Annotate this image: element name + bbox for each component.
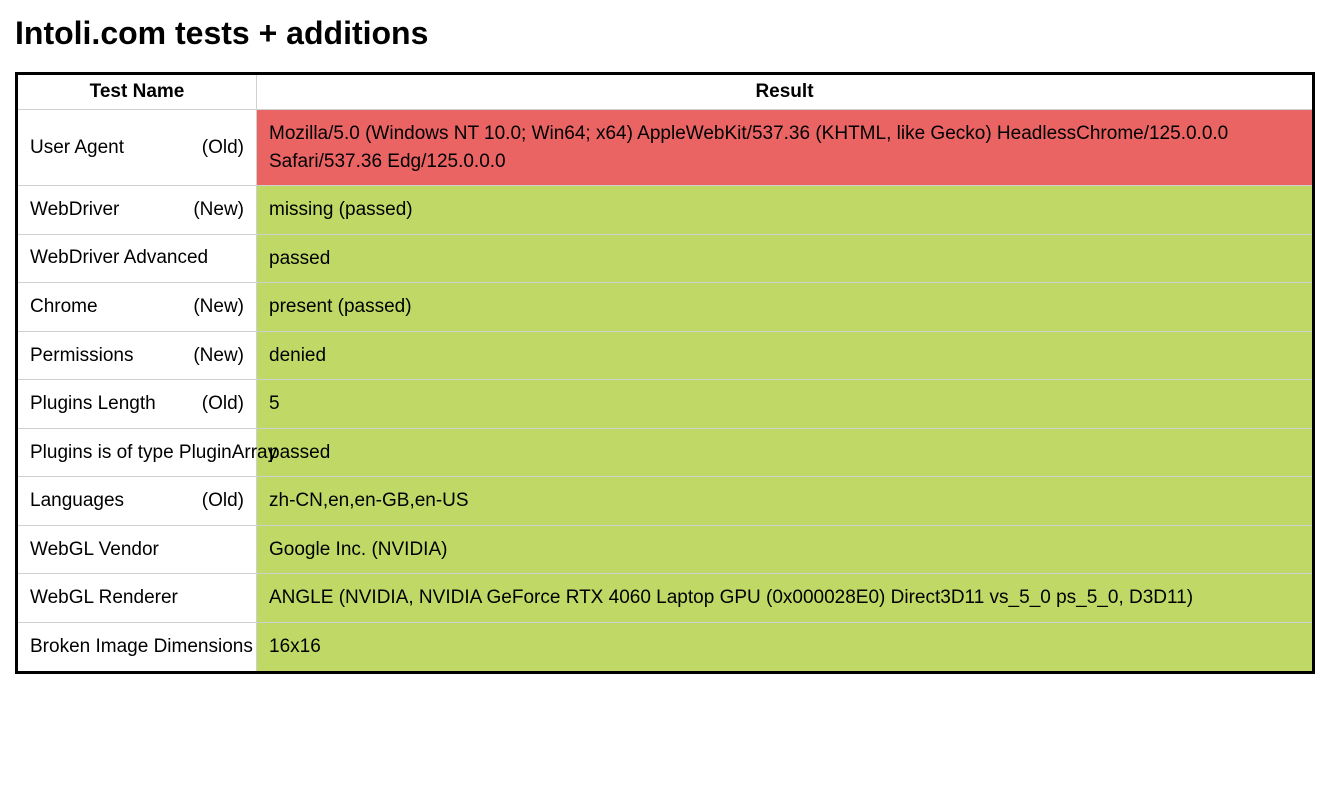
test-result-cell: Mozilla/5.0 (Windows NT 10.0; Win64; x64…: [257, 110, 1314, 186]
table-row: Languages (Old) zh-CN,en,en-GB,en-US: [17, 477, 1314, 526]
table-row: Chrome (New) present (passed): [17, 283, 1314, 332]
test-name-tag: (New): [193, 345, 244, 367]
test-name-cell: WebDriver Advanced: [17, 234, 257, 283]
table-row: WebDriver Advanced passed: [17, 234, 1314, 283]
col-header-name: Test Name: [17, 74, 257, 110]
table-row: Plugins Length (Old) 5: [17, 380, 1314, 429]
test-name-label: Chrome: [30, 296, 98, 318]
test-name-cell: User Agent (Old): [17, 110, 257, 186]
test-result-cell: 5: [257, 380, 1314, 429]
test-name-cell: Permissions (New): [17, 331, 257, 380]
test-name-label: WebDriver: [30, 199, 119, 221]
test-name-cell: WebDriver (New): [17, 186, 257, 235]
test-result-cell: Google Inc. (NVIDIA): [257, 525, 1314, 574]
test-name-label: Plugins Length: [30, 393, 156, 415]
col-header-result: Result: [257, 74, 1314, 110]
table-row: WebGL Vendor Google Inc. (NVIDIA): [17, 525, 1314, 574]
test-name-tag: (Old): [202, 137, 244, 159]
test-name-label: WebGL Renderer: [30, 587, 178, 609]
test-result-cell: 16x16: [257, 623, 1314, 673]
test-results-table: Test Name Result User Agent (Old) Mozilla/…: [15, 72, 1315, 674]
test-result-cell: present (passed): [257, 283, 1314, 332]
test-name-label: WebGL Vendor: [30, 539, 159, 561]
test-name-tag: (Old): [202, 393, 244, 415]
test-name-label: Permissions: [30, 345, 133, 367]
test-name-cell: Broken Image Dimensions: [17, 623, 257, 673]
test-result-cell: missing (passed): [257, 186, 1314, 235]
test-result-cell: zh-CN,en,en-GB,en-US: [257, 477, 1314, 526]
table-row: Plugins is of type PluginArraypassed: [17, 428, 1314, 477]
test-name-label: Broken Image Dimensions: [30, 636, 253, 658]
test-name-cell: WebGL Vendor: [17, 525, 257, 574]
test-result-cell: passed: [257, 428, 1314, 477]
table-header-row: Test Name Result: [17, 74, 1314, 110]
test-name-label: Plugins is of type PluginArray: [30, 442, 277, 464]
table-row: Broken Image Dimensions16x16: [17, 623, 1314, 673]
table-row: WebDriver (New) missing (passed): [17, 186, 1314, 235]
test-name-label: User Agent: [30, 137, 124, 159]
test-result-cell: denied: [257, 331, 1314, 380]
test-result-cell: ANGLE (NVIDIA, NVIDIA GeForce RTX 4060 L…: [257, 574, 1314, 623]
table-row: Permissions (New) denied: [17, 331, 1314, 380]
test-name-cell: Plugins is of type PluginArray: [17, 428, 257, 477]
table-row: User Agent (Old) Mozilla/5.0 (Windows NT 1…: [17, 110, 1314, 186]
test-name-tag: (Old): [202, 490, 244, 512]
test-name-tag: (New): [193, 199, 244, 221]
test-name-label: Languages: [30, 490, 124, 512]
test-name-cell: Chrome (New): [17, 283, 257, 332]
test-result-cell: passed: [257, 234, 1314, 283]
test-name-cell: Plugins Length (Old): [17, 380, 257, 429]
table-row: WebGL Renderer ANGLE (NVIDIA, NVIDIA GeFo…: [17, 574, 1314, 623]
page-title: Intoli.com tests + additions: [15, 15, 1329, 52]
test-name-tag: (New): [193, 296, 244, 318]
test-name-cell: WebGL Renderer: [17, 574, 257, 623]
test-name-label: WebDriver Advanced: [30, 247, 208, 269]
test-name-cell: Languages (Old): [17, 477, 257, 526]
